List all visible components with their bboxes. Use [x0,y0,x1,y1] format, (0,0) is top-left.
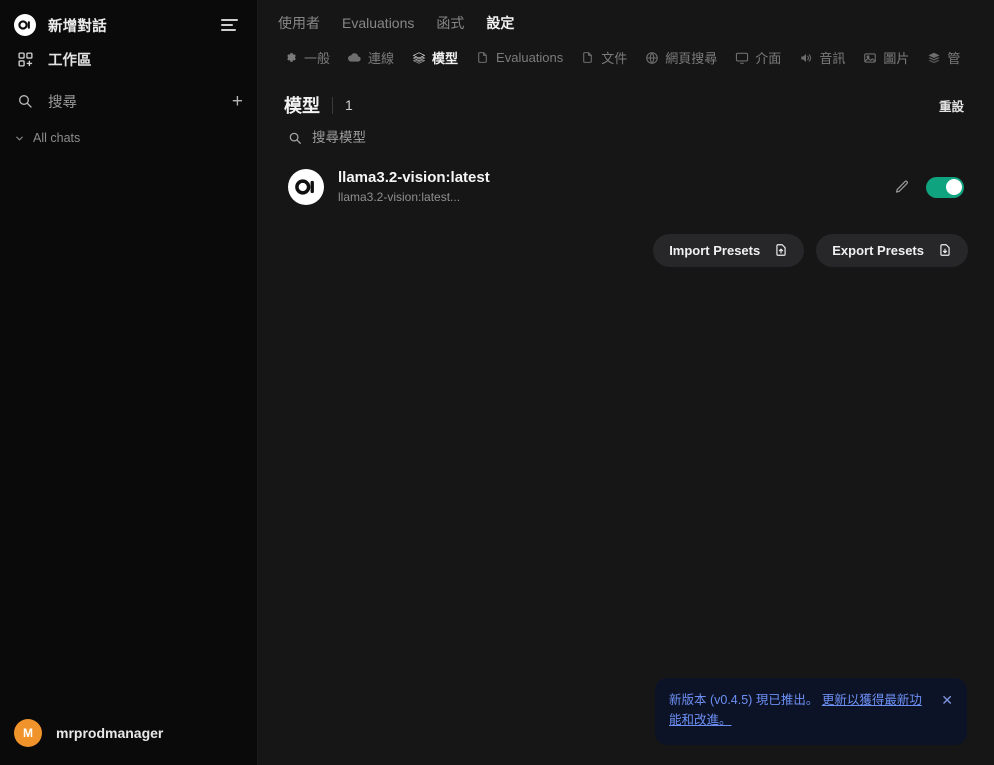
sidebar-user-name: mrprodmanager [56,725,164,741]
model-enabled-toggle[interactable] [926,176,964,198]
close-icon[interactable]: ✕ [941,691,953,707]
openwebui-logo-icon [14,14,36,36]
tab-pipelines[interactable]: 管 [921,45,965,70]
reset-button[interactable]: 重設 [935,93,968,118]
tab-images[interactable]: 圖片 [857,45,914,70]
model-name: llama3.2-vision:latest [338,169,490,186]
tab-evaluations[interactable]: Evaluations [342,15,414,31]
sidebar-search-left: 搜尋 [14,90,77,112]
secondary-tabs: 一般 連線 模型 Evaluations 文件 網頁搜尋 介面 音訊 圖片 管 [258,39,994,78]
main-panel: 使用者 Evaluations 函式 設定 一般 連線 模型 Evaluatio… [258,0,994,765]
model-meta: llama3.2-vision:latest llama3.2-vision:l… [338,169,880,206]
cloud-icon [347,50,362,65]
toast-message-text: 新版本 (v0.4.5) 現已推出。 [669,693,819,708]
tab-functions[interactable]: 函式 [436,13,464,33]
primary-tabs: 使用者 Evaluations 函式 設定 [258,0,994,39]
sidebar-user-profile[interactable]: M mrprodmanager [8,713,249,753]
header-divider [332,96,333,114]
sidebar-all-chats-label: All chats [33,131,81,145]
tab-evaluations-sub-label: Evaluations [496,50,564,65]
model-subtitle: llama3.2-vision:latest... [338,189,461,204]
tab-connections-label: 連線 [368,51,395,66]
tab-settings[interactable]: 設定 [486,13,514,33]
tab-connections[interactable]: 連線 [342,45,399,70]
sidebar-workspace-label: 工作區 [48,52,92,69]
tab-general[interactable]: 一般 [278,45,335,70]
search-input[interactable] [312,130,612,145]
avatar: M [14,719,42,747]
tab-models-label: 模型 [432,51,459,66]
chevron-down-icon [14,133,25,144]
pencil-icon[interactable] [894,179,910,195]
tab-pipelines-label: 管 [947,51,961,66]
models-search-row[interactable] [284,122,968,149]
tab-users[interactable]: 使用者 [278,13,320,33]
models-settings-content: 模型 1 重設 搜尋模型 llama3.2-vision:latest llam… [258,78,994,267]
search-icon [288,131,302,145]
speaker-icon [798,50,813,65]
sidebar: 新增對話 工作區 搜尋 + All chats M mrprodmanager [0,0,258,765]
toggle-knob [945,179,962,196]
tab-web-search-label: 網頁搜尋 [665,51,718,66]
tab-interface[interactable]: 介面 [729,45,786,70]
sidebar-item-workspace[interactable]: 工作區 [8,42,249,76]
panel-toggle-icon[interactable] [221,14,243,36]
layers-icon [411,50,426,65]
globe-icon [644,50,659,65]
tab-models[interactable]: 模型 [406,45,463,70]
document-icon [475,50,490,65]
import-presets-button[interactable]: Import Presets [653,233,805,267]
models-section-header-left: 模型 1 [284,92,353,118]
models-section-header: 模型 1 重設 [284,84,968,122]
sidebar-all-chats[interactable]: All chats [14,126,249,150]
import-presets-label: Import Presets [669,242,761,258]
search-icon [14,90,36,112]
sidebar-item-search[interactable]: 搜尋 + [8,84,249,118]
monitor-icon [734,50,749,65]
sidebar-new-chat-label: 新增對話 [48,18,107,35]
layers-icon [926,50,941,65]
workspace-grid-icon [14,48,36,70]
tab-audio[interactable]: 音訊 [793,45,850,70]
file-download-icon [938,243,952,257]
tab-documents[interactable]: 文件 [575,45,632,70]
sidebar-workspace-left: 工作區 [14,48,92,70]
list-item[interactable]: llama3.2-vision:latest llama3.2-vision:l… [284,163,968,212]
plus-icon[interactable]: + [232,92,243,111]
openwebui-logo-icon [288,169,324,206]
export-presets-button[interactable]: Export Presets [816,233,968,267]
models-count: 1 [345,97,353,113]
sidebar-new-chat-left: 新增對話 [14,14,107,36]
sidebar-new-chat[interactable]: 新增對話 [8,8,249,42]
app-root: 新增對話 工作區 搜尋 + All chats M mrprodmanager … [0,0,994,765]
tab-audio-label: 音訊 [819,51,846,66]
gear-icon [283,50,298,65]
image-icon [862,50,877,65]
file-upload-icon [774,243,788,257]
tab-web-search[interactable]: 網頁搜尋 [639,45,722,70]
model-actions [894,176,964,198]
toast-message: 新版本 (v0.4.5) 現已推出。 更新以獲得最新功能和改進。 [669,691,933,730]
tab-documents-label: 文件 [601,51,628,66]
page-title: 模型 [284,96,320,116]
tab-evaluations-sub[interactable]: Evaluations [470,47,568,68]
document-icon [580,50,595,65]
tab-interface-label: 介面 [755,51,782,66]
update-notification-toast: 新版本 (v0.4.5) 現已推出。 更新以獲得最新功能和改進。 ✕ [655,678,967,745]
export-presets-label: Export Presets [832,242,924,258]
tab-images-label: 圖片 [883,51,910,66]
sidebar-search-label: 搜尋 [48,94,77,111]
tab-general-label: 一般 [304,51,331,66]
model-list: llama3.2-vision:latest llama3.2-vision:l… [284,163,968,212]
presets-actions: Import Presets Export Presets [284,212,968,267]
